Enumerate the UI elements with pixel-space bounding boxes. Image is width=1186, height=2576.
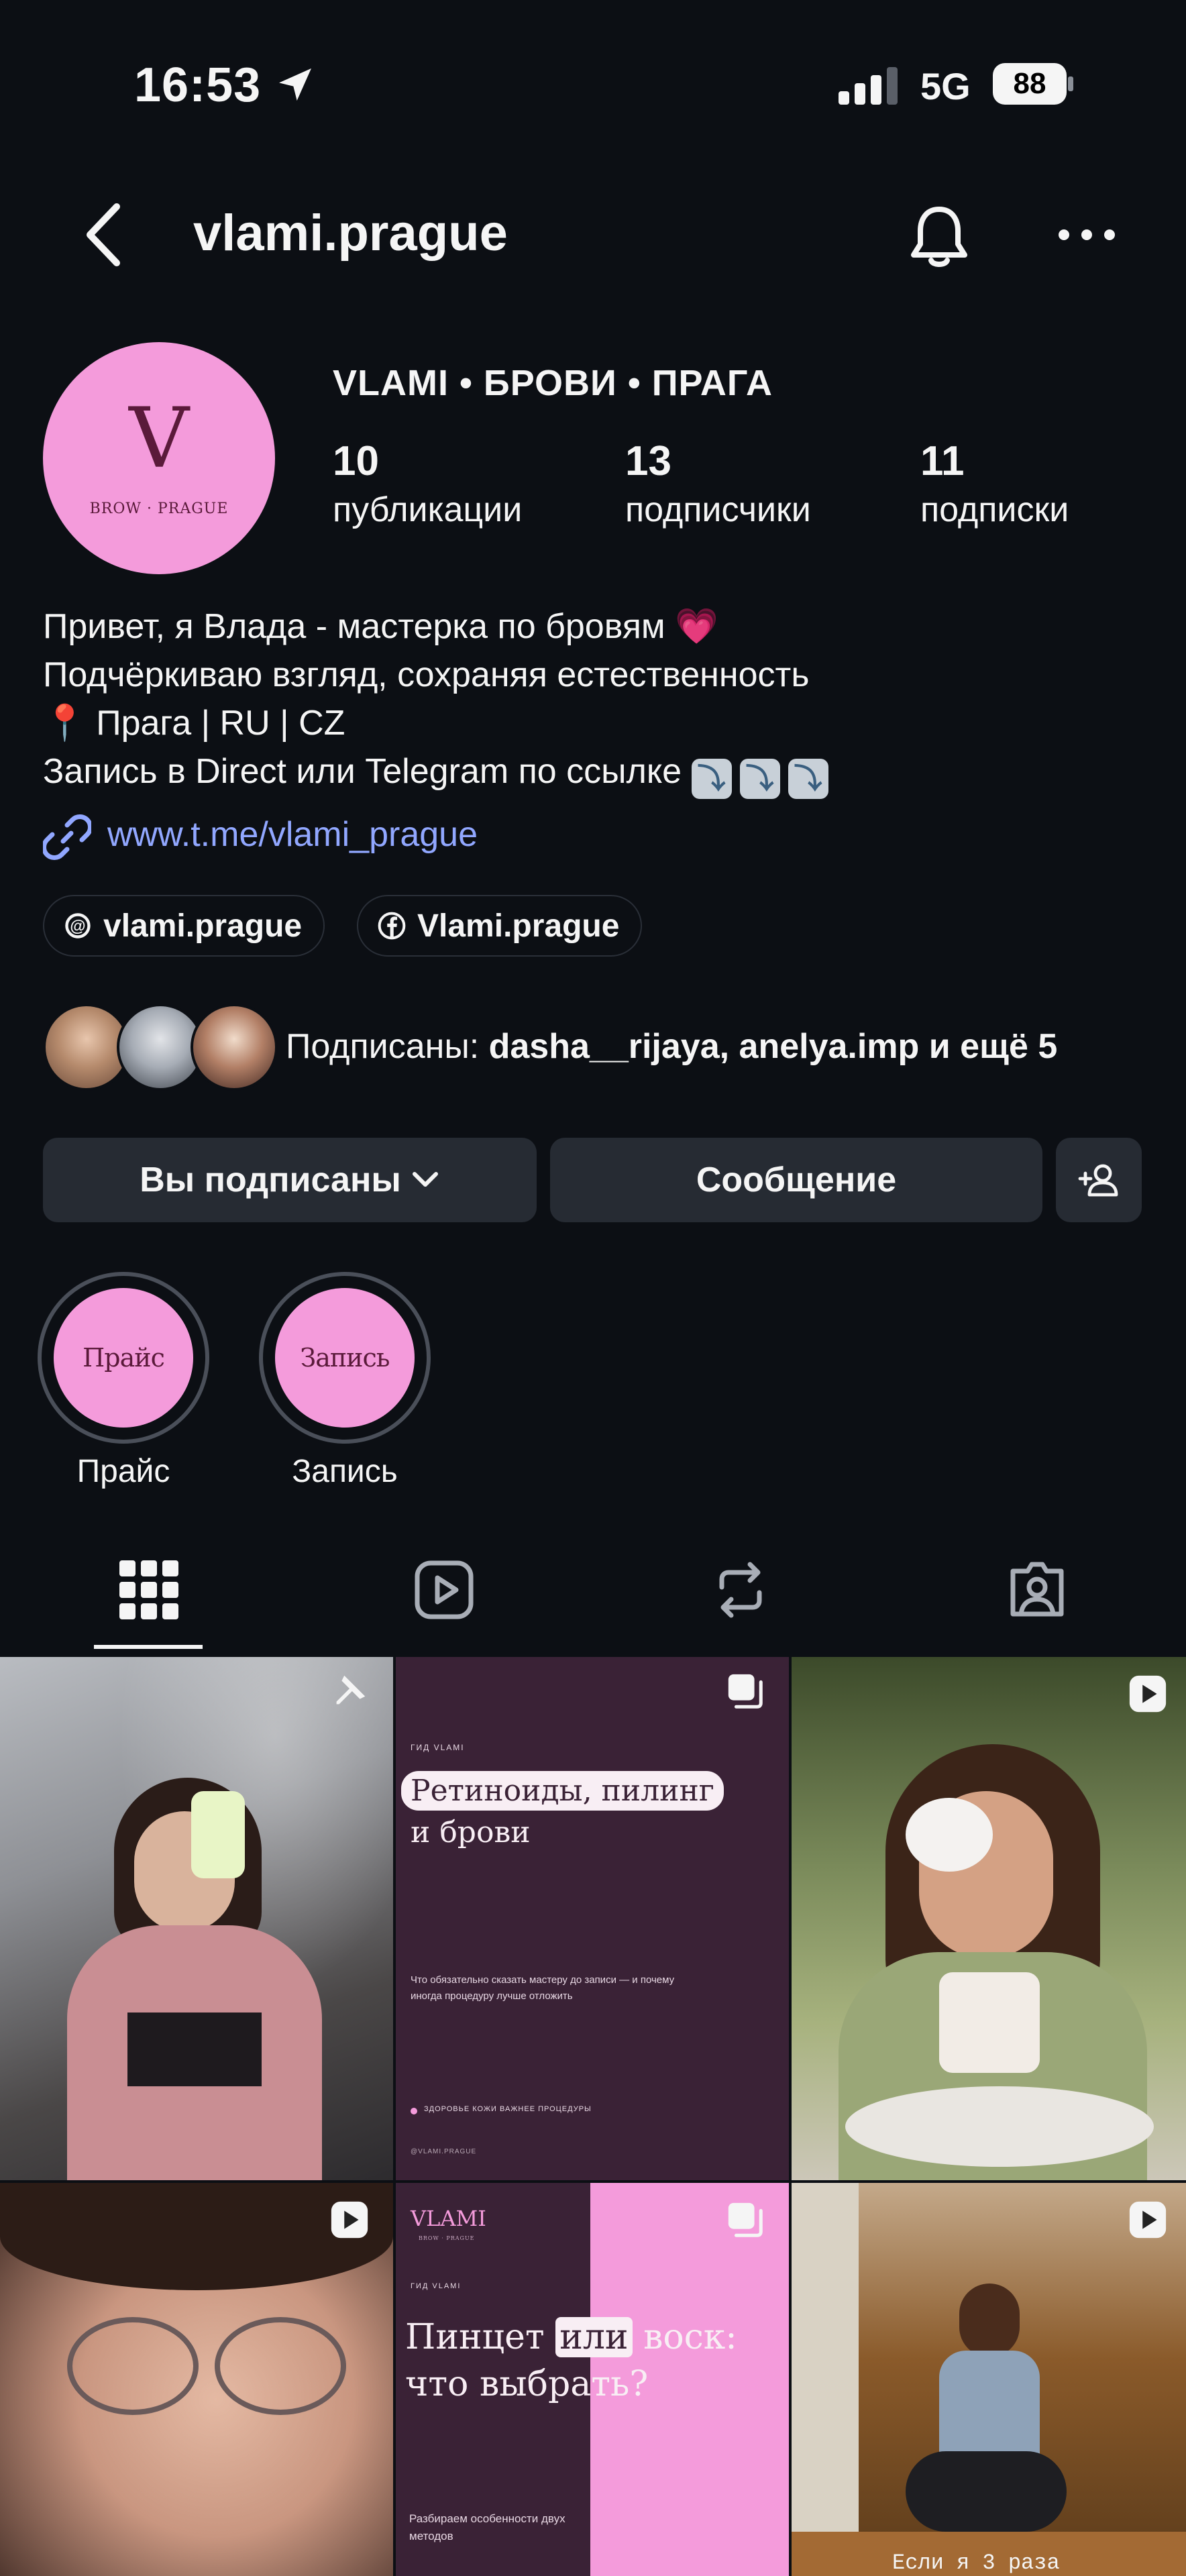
- reel-play-icon: [1129, 2201, 1167, 2239]
- svg-text:@: @: [70, 917, 85, 935]
- post-thumbnail-6[interactable]: Если я 3 раза: [792, 2183, 1186, 2576]
- post-body: Разбираем особенности двух методов: [409, 2512, 565, 2542]
- post-title-line2: что выбрать?: [405, 2364, 649, 2404]
- back-chevron-icon[interactable]: [79, 201, 126, 268]
- reels-icon[interactable]: [409, 1555, 479, 1625]
- facebook-chip[interactable]: Vlami.prague: [357, 895, 643, 957]
- carousel-icon: [728, 1674, 763, 1709]
- post-handle: @VLAMI.PRAGUE: [411, 2148, 477, 2155]
- suggested-users-button[interactable]: [1056, 1138, 1142, 1222]
- highlight-booking[interactable]: Запись: [259, 1272, 431, 1444]
- following-button[interactable]: Вы подписаны: [43, 1138, 537, 1222]
- bio-line: 📍 Прага | RU | CZ: [43, 704, 345, 743]
- reposts-icon[interactable]: [706, 1555, 775, 1625]
- header-username: vlami.prague: [193, 205, 508, 262]
- post-kicker: ГИД VLAMI: [411, 1743, 465, 1752]
- posts-label[interactable]: публикации: [333, 490, 522, 530]
- mutual-suffix: и ещё 5: [919, 1027, 1058, 1066]
- post-title-line1: Пинцет или воск:: [405, 2317, 737, 2357]
- following-count[interactable]: 11: [920, 437, 965, 485]
- battery-icon: 88: [991, 62, 1076, 106]
- highlight-cover-text: Прайс: [54, 1288, 193, 1428]
- display-name: VLAMI • БРОВИ • ПРАГА: [333, 363, 773, 403]
- bio-line: Привет, я Влада - мастерка по бровям 💗: [43, 607, 718, 646]
- highlight-cover-text: Запись: [275, 1288, 415, 1428]
- mutual-followers-avatars[interactable]: [43, 1004, 278, 1091]
- post-title-line1: Ретиноиды, пилинг: [401, 1771, 724, 1811]
- threads-icon: @: [65, 913, 91, 938]
- post-brand: VLAMI: [411, 2206, 486, 2231]
- carousel-icon: [728, 2202, 763, 2237]
- active-tab-indicator: [94, 1645, 203, 1649]
- post-title-line2: и брови: [411, 1815, 531, 1849]
- highlight-price[interactable]: Прайс: [38, 1272, 209, 1444]
- bio-line: Подчёркиваю взгляд, сохраняя естественно…: [43, 655, 810, 694]
- following-label[interactable]: подписки: [920, 490, 1069, 530]
- pin-icon: [336, 1675, 366, 1705]
- facebook-chip-label: Vlami.prague: [417, 908, 620, 944]
- profile-link[interactable]: www.t.me/vlami_prague: [107, 814, 478, 855]
- post-thumbnail-2[interactable]: ГИД VLAMI Ретиноиды, пилинг и брови Что …: [396, 1657, 789, 2180]
- post-title-part: воск:: [632, 2317, 737, 2357]
- arrow-down-right-emoji-icon: ⤵: [788, 759, 828, 799]
- post-body: Что обязательно сказать мастеру до запис…: [411, 1974, 675, 2002]
- mutual-names: dasha__rijaya, anelya.imp: [488, 1027, 920, 1066]
- message-button-label: Сообщение: [696, 1161, 897, 1199]
- reel-caption: Если я 3 раза: [892, 2551, 1060, 2575]
- notifications-bell-icon[interactable]: [906, 201, 973, 271]
- mutual-prefix: Подписаны:: [286, 1027, 489, 1066]
- profile-avatar[interactable]: V BROW · PRAGUE: [43, 342, 275, 574]
- chevron-down-icon: [412, 1172, 438, 1187]
- location-arrow-icon: [279, 68, 311, 101]
- bio-line-text: Запись в Direct или Telegram по ссылке: [43, 752, 682, 791]
- highlight-label[interactable]: Запись: [259, 1453, 431, 1490]
- reel-play-icon: [331, 2201, 368, 2239]
- post-brand-subtitle: BROW · PRAGUE: [419, 2235, 475, 2241]
- cellular-signal-icon: [839, 67, 898, 105]
- mutual-followers-text[interactable]: Подписаны: dasha__rijaya, anelya.imp и е…: [286, 1026, 1057, 1067]
- status-time: 16:53: [134, 58, 262, 112]
- threads-chip-label: vlami.prague: [103, 908, 303, 944]
- avatar-letter: V: [129, 390, 189, 487]
- network-type: 5G: [920, 65, 971, 107]
- following-button-label: Вы подписаны: [140, 1161, 401, 1199]
- avatar-subtitle: BROW · PRAGUE: [89, 500, 229, 517]
- bio-line: Запись в Direct или Telegram по ссылке ⤵…: [43, 747, 1143, 799]
- post-thumbnail-3[interactable]: [792, 1657, 1186, 2180]
- post-title-part: Пинцет: [405, 2317, 556, 2357]
- post-thumbnail-1[interactable]: [0, 1657, 393, 2180]
- arrow-down-right-emoji-icon: ⤵: [691, 759, 732, 799]
- post-kicker: ГИД VLAMI: [411, 2282, 462, 2290]
- post-footer: ЗДОРОВЬЕ КОЖИ ВАЖНЕЕ ПРОЦЕДУРЫ: [424, 2105, 592, 2113]
- highlight-label[interactable]: Прайс: [38, 1453, 209, 1490]
- facebook-icon: [378, 912, 406, 940]
- reel-play-icon: [1129, 1675, 1167, 1713]
- post-thumbnail-4[interactable]: [0, 2183, 393, 2576]
- posts-count[interactable]: 10: [333, 437, 379, 485]
- threads-chip[interactable]: @ vlami.prague: [43, 895, 325, 957]
- bullet-dot: [411, 2108, 417, 2114]
- followers-count[interactable]: 13: [625, 437, 671, 485]
- post-thumbnail-5[interactable]: VLAMI BROW · PRAGUE ГИД VLAMI Пинцет или…: [396, 2183, 789, 2576]
- avatar: [191, 1004, 278, 1091]
- grid-icon[interactable]: [114, 1555, 184, 1625]
- more-options-icon[interactable]: [1053, 215, 1120, 255]
- followers-label[interactable]: подписчики: [625, 490, 811, 530]
- bio: Привет, я Влада - мастерка по бровям 💗 П…: [43, 602, 1143, 799]
- link-icon: [43, 814, 91, 860]
- arrow-down-right-emoji-icon: ⤵: [739, 759, 780, 799]
- add-person-icon: [1078, 1164, 1118, 1197]
- battery-level: 88: [1013, 67, 1046, 100]
- message-button[interactable]: Сообщение: [550, 1138, 1042, 1222]
- tagged-icon[interactable]: [1002, 1555, 1072, 1625]
- post-title-highlight: или: [555, 2317, 633, 2357]
